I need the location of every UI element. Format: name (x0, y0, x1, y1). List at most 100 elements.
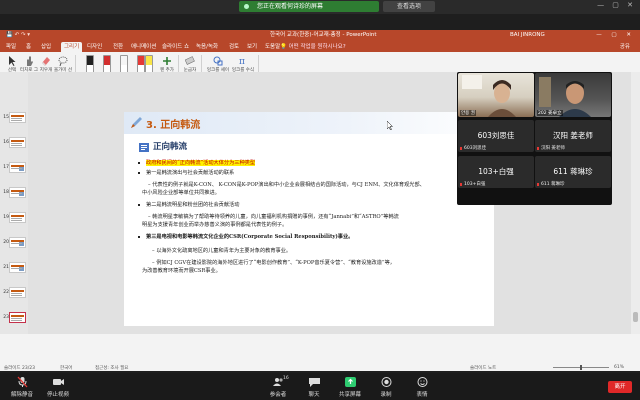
tab-recording[interactable]: 녹음/녹화 (196, 42, 218, 52)
participant-count: 16 (283, 376, 289, 381)
viewing-share-indicator[interactable]: 您正在观看何诗珍的屏幕 (239, 1, 379, 12)
tab-help[interactable]: 도움말 (265, 42, 280, 52)
share-status-icon (244, 4, 249, 9)
participant-name: 611 蒋琳珍 (553, 167, 593, 176)
participants-label: 参会者 (269, 392, 287, 398)
slide-thumbnail[interactable]: 17 (3, 162, 26, 173)
eraser-tool[interactable]: 지우개 (37, 55, 55, 73)
ruler-button[interactable]: 눈금자 (181, 55, 199, 73)
tab-slideshow[interactable]: 슬라이드 쇼 (162, 42, 189, 52)
share-screen-label: 共享屏幕 (338, 392, 361, 398)
participant-camera-tile[interactable]: 안용 권 (458, 73, 534, 117)
ruler-icon (185, 56, 195, 65)
bullet-text: 政府和民间的“正向韩流”活动大体分为三种类型 (146, 160, 256, 166)
quick-access-icons[interactable]: 💾 ↶ ↷ ▾ (6, 30, 30, 41)
tab-animations[interactable]: 애니메이션 (131, 42, 156, 52)
muted-mic-icon (460, 147, 462, 150)
tab-insert[interactable]: 삽입 (41, 42, 51, 52)
participant-name-tile[interactable]: 603刘思佳 603刘思佳 (458, 120, 534, 152)
slide-thumbnail[interactable]: 15 (3, 112, 26, 123)
leave-meeting-button[interactable]: 离开 (608, 381, 632, 393)
slide-number: 22 (3, 290, 9, 295)
participant-camera-tile[interactable]: 202 姜卓立 (535, 73, 611, 117)
slide-thumbnail[interactable]: 18 (3, 187, 26, 198)
slide-thumbnail[interactable]: 19 (3, 212, 26, 223)
participant-name: 汉阳 姜老师 (553, 131, 593, 140)
unmute-label: 解除静音 (10, 392, 33, 398)
muted-microphone-icon (17, 376, 27, 388)
reactions-button[interactable]: 表情 (402, 376, 442, 398)
share-screen-button[interactable]: 共享屏幕 (330, 376, 370, 398)
document-title: 한국어 교과(한중)-어교재-총정 - PowerPoint (270, 32, 377, 38)
meeting-toolbar: 解除静音 停止视频 参会者 16 聊天 共享屏幕 录制 表情 离开 (0, 373, 640, 400)
zoom-meeting-window: 您正在观看何诗珍的屏幕 查看选项 — ▢ ✕ 💾 ↶ ↷ ▾ 한국어 교과(한중… (0, 0, 640, 400)
mouse-cursor-icon (387, 121, 393, 130)
slide-title: 3. 正向韩流 (146, 120, 201, 131)
paragraph-line: – 以海外文化疏离地区的儿童和青年为主要对象的教育事业。 (152, 248, 292, 254)
language-indicator[interactable]: 한국어 (60, 365, 72, 371)
slide-thumbnail-pane: 15 16 17 18 19 20 21 22 23 (0, 72, 28, 334)
slide-thumbnail[interactable]: 21 (3, 262, 26, 273)
ppt-window-controls[interactable]: — ▢ ✕ (596, 30, 635, 41)
chat-label: 聊天 (308, 392, 320, 398)
muted-mic-icon (537, 183, 539, 186)
paragraph-line: 明星为支援青年创业而举办慈善义演的事例都是代表性的例子。 (142, 222, 288, 228)
muted-mic-icon (460, 183, 462, 186)
add-pen-button[interactable]: 펜 추가 (158, 55, 176, 73)
scrollbar-thumb[interactable] (633, 312, 638, 322)
paragraph-line: 中小风险企业部等单位共同推进。 (142, 190, 220, 196)
pen-decoration-icon (131, 117, 142, 128)
participant-name-tag: 603刘思佳 (464, 146, 487, 151)
current-slide[interactable]: 3. 正向韩流 正向韩流 政府和民间的“正向韩流”活动大体分为三种类型 第一是韩… (124, 112, 494, 326)
tab-draw[interactable]: 그리기 (61, 42, 83, 52)
accessibility-status[interactable]: 접근성: 조사 필요 (95, 365, 128, 371)
slide-thumbnail-active[interactable]: 23 (3, 312, 26, 323)
cursor-icon (9, 56, 16, 66)
tab-design[interactable]: 디자인 (87, 42, 102, 52)
participants-button[interactable]: 参会者 (258, 376, 298, 398)
unmute-button[interactable]: 解除静音 (2, 376, 42, 398)
notes-toggle[interactable]: 슬라이드 노트 (470, 365, 496, 371)
view-options-button[interactable]: 查看选项 (383, 1, 435, 12)
participant-video-panel: 안용 권 202 姜卓立 603刘思佳 603刘思佳 汉阳 姜老师 汉阳 姜老师… (457, 72, 612, 205)
pen-black-tip (87, 56, 93, 65)
tab-review[interactable]: 검토 (229, 42, 239, 52)
record-icon (381, 377, 391, 387)
document-icon (139, 143, 149, 152)
select-tool[interactable]: 선택 (3, 55, 21, 73)
participant-name-tile[interactable]: 汉阳 姜老师 汉阳 姜老师 (535, 120, 611, 152)
participant-name-tag: 202 姜卓立 (537, 110, 563, 116)
tab-home[interactable]: 홈 (26, 42, 31, 52)
paragraph-line: – 例如CJ CGV在建设影院的海外地区进行了“电影创作教育”、“K-POP音乐… (152, 260, 395, 266)
bullet-text: 第一是韩流演出与社会贡献活动的联系 (146, 170, 235, 176)
tab-file[interactable]: 파일 (6, 42, 16, 52)
window-controls[interactable]: — ▢ ✕ (597, 1, 636, 9)
record-button[interactable]: 录制 (366, 376, 406, 398)
zoom-slider-knob[interactable] (580, 365, 582, 370)
tab-transitions[interactable]: 전환 (113, 42, 123, 52)
tell-me-search[interactable]: 💡 어떤 작업을 원하시나요? (280, 42, 346, 52)
zoom-level[interactable]: 61% (614, 365, 624, 370)
smiley-icon (417, 377, 427, 387)
stop-video-button[interactable]: 停止视频 (38, 376, 78, 398)
slide-number: 20 (3, 240, 9, 245)
tab-view[interactable]: 보기 (247, 42, 257, 52)
record-label: 录制 (380, 392, 392, 398)
video-camera-icon (52, 379, 64, 385)
participant-name: 103+白强 (478, 167, 514, 176)
share-button[interactable]: 공유 (620, 42, 630, 52)
slide-number: 18 (3, 190, 9, 195)
slide-counter: 슬라이드 23/23 (4, 366, 35, 371)
slide-thumbnail[interactable]: 20 (3, 237, 26, 248)
participant-name-tile[interactable]: 611 蒋琳珍 611 蒋琳珍 (535, 156, 611, 188)
plus-icon (163, 57, 171, 65)
chat-button[interactable]: 聊天 (294, 376, 334, 398)
slide-number: 23 (3, 315, 9, 320)
slide-thumbnail[interactable]: 22 (3, 287, 26, 298)
vertical-scrollbar[interactable] (631, 72, 640, 334)
participant-name-tile[interactable]: 103+白强 103+白强 (458, 156, 534, 188)
slide-thumbnail[interactable]: 16 (3, 137, 26, 148)
participant-name-tag: 안용 권 (460, 110, 476, 116)
user-name[interactable]: BAI JINRONG (510, 30, 545, 41)
bullet-text: 第三是电视和电影等韩流文化企业的CSR(Corporate Social Res… (146, 234, 354, 240)
